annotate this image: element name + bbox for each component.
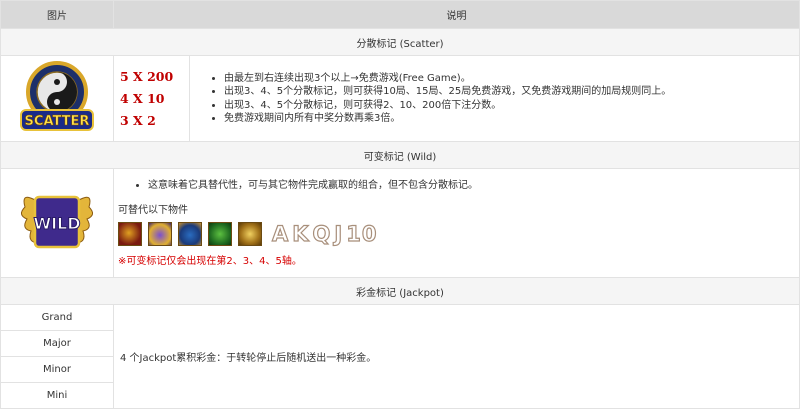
wild-description: 这意味着它具替代性，可与其它物件完成赢取的组合，但不包含分散标记。 可替代以下物… <box>113 168 800 278</box>
wild-rule: 这意味着它具替代性，可与其它物件完成赢取的组合，但不包含分散标记。 <box>148 179 799 193</box>
scatter-rule: 免费游戏期间内所有中奖分数再乘3倍。 <box>224 112 799 126</box>
section-title-wild: 可变标记 (Wild) <box>0 141 800 169</box>
multiplier-3: 3 X 2 <box>120 113 156 128</box>
letter-symbol-j: J <box>334 221 344 246</box>
dragon-symbol-icon <box>118 221 142 246</box>
multiplier-5: 5 X 200 <box>120 69 174 84</box>
turtle-symbol-icon <box>178 221 202 246</box>
substitute-label: 可替代以下物件 <box>118 204 188 216</box>
koi-fish-symbol-icon <box>208 221 232 246</box>
multiplier-4: 4 X 10 <box>120 91 165 106</box>
scatter-rule: 出现3、4、5个分散标记，则可获得2、10、200倍下注分数。 <box>224 99 799 113</box>
scatter-image-cell: SCATTER <box>0 55 114 142</box>
letter-symbols: A K Q J 10 <box>271 221 378 246</box>
scatter-rule: 出现3、4、5个分散标记，则可获得10局、15局、25局免费游戏，又免费游戏期间… <box>224 85 799 99</box>
wild-image-cell: WILD <box>0 168 114 278</box>
letter-symbol-a: A <box>271 221 290 246</box>
jackpot-level-minor: Minor <box>0 356 114 383</box>
substitute-symbols: A K Q J 10 <box>118 221 799 246</box>
jackpot-description: 4 个Jackpot累积彩金：于转轮停止后随机送出一种彩金。 <box>113 304 800 409</box>
paytable: 图片 说明 分散标记 (Scatter) SCATTER 5 X 200 4 X… <box>0 0 800 409</box>
letter-symbol-10: 10 <box>346 221 378 246</box>
scatter-logo-text: SCATTER <box>25 114 90 129</box>
jackpot-level-grand: Grand <box>0 304 114 331</box>
wild-reel-note: ※可变标记仅会出现在第2、3、4、5轴。 <box>118 255 302 267</box>
jackpot-level-major: Major <box>0 330 114 357</box>
scatter-multipliers: 5 X 200 4 X 10 3 X 2 <box>113 55 190 142</box>
lion-symbol-icon <box>148 221 172 246</box>
wild-logo-text: WILD <box>33 214 80 233</box>
letter-symbol-q: Q <box>312 221 332 246</box>
scatter-symbol-icon: SCATTER <box>20 61 94 131</box>
column-header-image: 图片 <box>0 0 114 29</box>
jackpot-level-mini: Mini <box>0 382 114 409</box>
scatter-rules: 由最左到右连续出现3个以上→免费游戏(Free Game)。 出现3、4、5个分… <box>189 55 800 142</box>
toad-symbol-icon <box>238 221 262 246</box>
section-title-jackpot: 彩金标记 (Jackpot) <box>0 277 800 305</box>
section-title-scatter: 分散标记 (Scatter) <box>0 28 800 56</box>
column-header-description: 说明 <box>113 0 800 29</box>
letter-symbol-k: K <box>292 221 310 246</box>
scatter-rule: 由最左到右连续出现3个以上→免费游戏(Free Game)。 <box>224 72 799 86</box>
wild-symbol-icon: WILD <box>21 195 93 248</box>
